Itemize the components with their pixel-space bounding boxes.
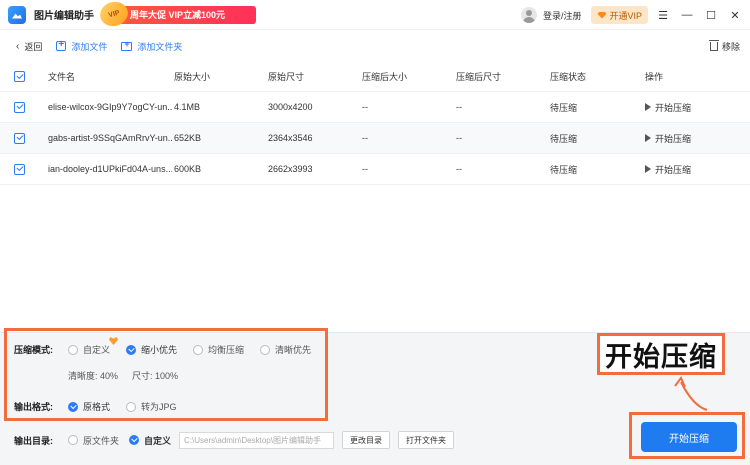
callout-label: 开始压缩 [597,333,725,375]
radio-checked-icon [129,435,140,445]
add-folder-label: 添加文件夹 [137,41,183,52]
header-comp-size: 压缩后大小 [362,72,408,82]
start-compress-label: 开始压缩 [655,102,692,113]
app-logo-icon [8,5,26,24]
minimize-icon[interactable]: — [678,6,696,24]
close-icon[interactable]: ✕ [726,6,744,24]
header-comp-dim: 压缩后尺寸 [456,72,502,82]
open-vip-button[interactable]: 开通VIP [591,6,648,24]
orig-dim: 2364x3546 [268,133,313,143]
output-custom-radio[interactable]: 自定义 [129,434,171,447]
remove-button[interactable]: 移除 [708,34,740,58]
login-link[interactable]: 登录/注册 [543,9,582,22]
comp-size: -- [362,164,368,174]
promo-text: 周年大促 VIP立减100元 [130,10,226,20]
comp-dim: -- [456,133,462,143]
start-compress-label: 开始压缩 [655,133,692,144]
file-name: gabs-artist-9SSqGAmRrvY-un... [48,133,172,143]
header-orig-size: 原始大小 [174,72,211,82]
settings-highlight-box [4,328,328,421]
change-dir-button[interactable]: 更改目录 [342,431,391,449]
add-folder-icon [121,39,133,51]
callout-arrow-icon [674,376,708,411]
add-file-button[interactable]: 添加文件 [56,39,108,53]
comp-size: -- [362,102,368,112]
open-vip-label: 开通VIP [609,10,642,21]
comp-dim: -- [456,102,462,112]
output-dir-row: 输出目录: 原文件夹 自定义 C:\Users\admin\Desktop\图片… [14,431,455,449]
chevron-left-icon: ‹ [16,40,20,52]
start-compress-link[interactable]: 开始压缩 [645,92,691,122]
row-checkbox[interactable] [14,132,25,144]
title-bar: 图片编辑助手 VIP 周年大促 VIP立减100元 登录/注册 开通VIP ☰ … [0,0,750,30]
output-dir-label: 输出目录: [14,435,53,446]
table-header: 文件名 原始大小 原始尺寸 压缩后大小 压缩后尺寸 压缩状态 操作 [0,62,750,92]
header-orig-dim: 原始尺寸 [268,72,305,82]
play-icon [645,134,651,142]
start-compress-button[interactable]: 开始压缩 [641,422,737,452]
back-label: 返回 [24,41,43,52]
add-file-label: 添加文件 [71,41,108,52]
output-path-input[interactable]: C:\Users\admin\Desktop\图片编辑助手 [179,431,335,449]
promo-banner[interactable]: VIP 周年大促 VIP立减100元 [97,0,256,29]
start-compress-link[interactable]: 开始压缩 [645,123,691,153]
app-title: 图片编辑助手 [34,11,94,22]
table-row[interactable]: gabs-artist-9SSqGAmRrvY-un... 652KB 2364… [0,123,750,154]
menu-icon[interactable]: ☰ [654,6,672,24]
orig-size: 600KB [174,164,202,174]
orig-dim: 2662x3993 [268,164,313,174]
start-compress-label: 开始压缩 [655,164,692,175]
orig-size: 4.1MB [174,102,201,112]
gem-icon [597,11,607,19]
radio-icon [68,435,78,445]
play-icon [645,165,651,173]
output-custom-label: 自定义 [144,435,172,446]
header-op: 操作 [645,72,664,82]
add-file-icon [56,39,67,51]
file-name: ian-dooley-d1UPkiFd04A-uns... [48,164,172,174]
orig-size: 652KB [174,133,202,143]
output-original-folder-label: 原文件夹 [83,435,120,446]
status: 待压缩 [550,102,578,113]
maximize-icon[interactable]: ☐ [702,6,720,24]
orig-dim: 3000x4200 [268,102,313,112]
trash-icon [708,39,719,51]
vip-badge-icon: VIP [97,0,131,29]
back-button[interactable]: ‹ 返回 [16,40,42,53]
open-folder-button[interactable]: 打开文件夹 [398,431,455,449]
file-name: elise-wilcox-9GIp9Y7ogCY-un... [48,102,172,112]
header-name: 文件名 [48,72,76,82]
select-all-checkbox[interactable] [14,71,25,82]
output-original-folder-radio[interactable]: 原文件夹 [68,434,119,447]
row-checkbox[interactable] [14,163,25,175]
add-folder-button[interactable]: 添加文件夹 [121,39,183,53]
table-row[interactable]: elise-wilcox-9GIp9Y7ogCY-un... 4.1MB 300… [0,92,750,123]
row-checkbox[interactable] [14,101,25,113]
comp-size: -- [362,133,368,143]
start-compress-link[interactable]: 开始压缩 [645,154,691,184]
file-table: 文件名 原始大小 原始尺寸 压缩后大小 压缩后尺寸 压缩状态 操作 elise-… [0,62,750,185]
comp-dim: -- [456,164,462,174]
status: 待压缩 [550,164,578,175]
header-status: 压缩状态 [550,72,587,82]
play-icon [645,103,651,111]
table-row[interactable]: ian-dooley-d1UPkiFd04A-uns... 600KB 2662… [0,154,750,185]
remove-label: 移除 [721,41,740,52]
toolbar: ‹ 返回 添加文件 添加文件夹 移除 [0,34,750,58]
status: 待压缩 [550,133,578,144]
avatar-icon[interactable] [520,7,537,23]
